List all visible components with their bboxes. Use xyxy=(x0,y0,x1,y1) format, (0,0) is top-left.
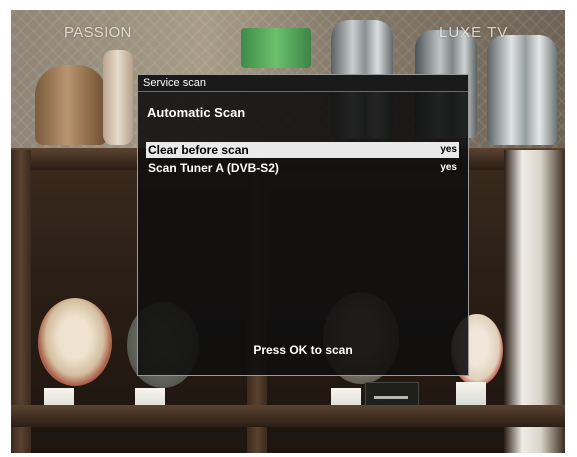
option-scan-tuner-a[interactable]: Scan Tuner A (DVB-S2) yes xyxy=(146,160,459,176)
service-scan-dialog: Service scan Automatic Scan Clear before… xyxy=(137,74,469,376)
video-green-package xyxy=(241,28,311,68)
option-value: yes xyxy=(440,144,457,155)
tv-video-frame: PASSION LUXE TV Service scan Automatic S… xyxy=(11,10,565,453)
option-clear-before-scan[interactable]: Clear before scan yes xyxy=(146,142,459,158)
video-tea-cake xyxy=(38,298,112,386)
video-shelf xyxy=(11,405,565,427)
video-tin-jar xyxy=(487,35,557,145)
dialog-title: Service scan xyxy=(143,77,206,89)
video-bag xyxy=(35,65,107,145)
video-bag-small xyxy=(103,50,133,145)
option-value: yes xyxy=(440,162,457,173)
dialog-heading: Automatic Scan xyxy=(147,105,246,120)
dialog-titlebar: Service scan xyxy=(138,75,468,92)
channel-logo-left: PASSION xyxy=(64,24,132,41)
scan-hint: Press OK to scan xyxy=(253,343,353,357)
channel-logo-right: LUXE TV xyxy=(439,24,509,41)
option-label: Clear before scan xyxy=(148,143,249,157)
scan-options-list: Clear before scan yes Scan Tuner A (DVB-… xyxy=(146,142,459,178)
option-label: Scan Tuner A (DVB-S2) xyxy=(148,161,279,175)
